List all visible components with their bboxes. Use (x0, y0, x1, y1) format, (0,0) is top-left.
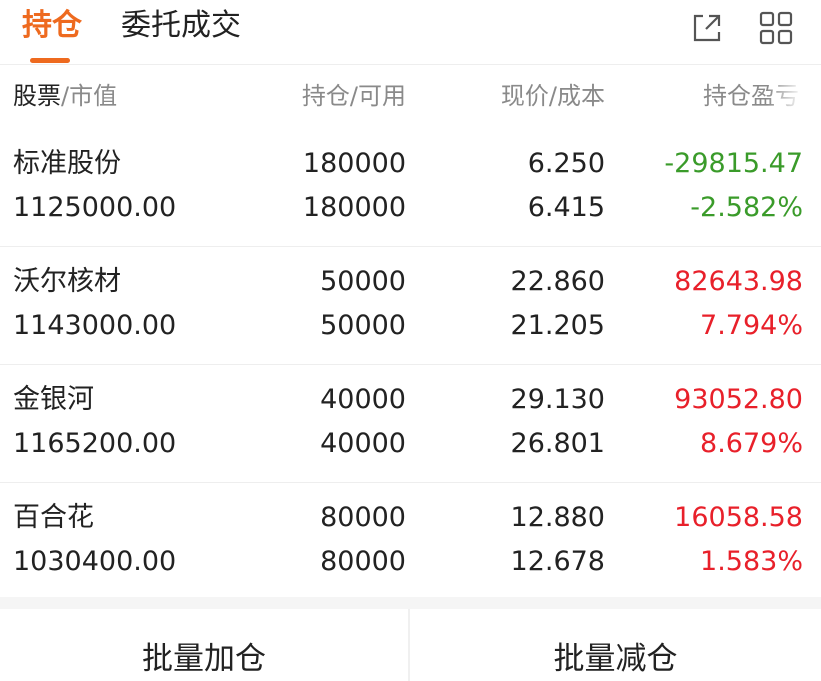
batch-reduce-button[interactable]: 批量减仓 (410, 609, 821, 681)
available-qty: 40000 (320, 428, 406, 459)
column-header: 股票/市值 持仓/可用 现价/成本 持仓盈亏 (0, 65, 821, 129)
cost-price: 21.205 (510, 310, 605, 341)
stock-name: 百合花 (13, 502, 94, 533)
batch-add-button[interactable]: 批量加仓 (0, 609, 408, 681)
tab-orders-trades[interactable]: 委托成交 (121, 6, 241, 46)
stock-name: 金银河 (13, 384, 94, 415)
table-row[interactable]: 沃尔核材 1143000.00 50000 50000 22.860 21.20… (0, 247, 821, 365)
current-price: 12.880 (510, 502, 605, 533)
available-qty: 50000 (320, 310, 406, 341)
column-fade (767, 81, 803, 111)
available-qty: 180000 (302, 192, 406, 223)
pnl-amount: 93052.80 (674, 384, 803, 415)
position-qty: 40000 (320, 384, 406, 415)
pnl-percent: 8.679% (700, 428, 803, 459)
column-market-value-label: 市值 (69, 82, 118, 110)
market-value: 1143000.00 (13, 310, 177, 341)
stock-name: 沃尔核材 (13, 266, 121, 297)
tab-orders-trades-label: 委托成交 (121, 8, 241, 43)
available-qty: 80000 (320, 546, 406, 577)
position-qty: 80000 (320, 502, 406, 533)
pnl-amount: 82643.98 (674, 266, 803, 297)
positions-list: 标准股份 1125000.00 180000 180000 6.250 6.41… (0, 129, 821, 600)
section-divider (0, 597, 821, 609)
market-value: 1165200.00 (13, 428, 177, 459)
cost-price: 12.678 (510, 546, 605, 577)
table-row[interactable]: 百合花 1030400.00 80000 80000 12.880 12.678… (0, 483, 821, 600)
market-value: 1125000.00 (13, 192, 177, 223)
pnl-amount: -29815.47 (664, 148, 803, 179)
column-separator: / (61, 82, 70, 110)
pnl-percent: 7.794% (700, 310, 803, 341)
active-tab-indicator (30, 58, 70, 63)
column-pnl[interactable]: 持仓盈亏 (703, 81, 803, 111)
pnl-percent: -2.582% (690, 192, 803, 223)
tab-bar: 持仓 委托成交 (0, 0, 821, 65)
stock-name: 标准股份 (13, 148, 121, 179)
table-row[interactable]: 金银河 1165200.00 40000 40000 29.130 26.801… (0, 365, 821, 483)
position-qty: 50000 (320, 266, 406, 297)
table-row[interactable]: 标准股份 1125000.00 180000 180000 6.250 6.41… (0, 129, 821, 247)
column-stock-market-value[interactable]: 股票/市值 (13, 81, 117, 111)
bottom-action-bar: 批量加仓 批量减仓 (0, 609, 821, 681)
share-icon[interactable] (689, 10, 725, 46)
cost-price: 26.801 (510, 428, 605, 459)
tab-positions[interactable]: 持仓 (22, 6, 82, 63)
column-position-available[interactable]: 持仓/可用 (302, 81, 406, 111)
column-price-cost[interactable]: 现价/成本 (501, 81, 605, 111)
grid-icon[interactable] (758, 10, 794, 46)
pnl-percent: 1.583% (700, 546, 803, 577)
market-value: 1030400.00 (13, 546, 177, 577)
tab-positions-label: 持仓 (22, 8, 82, 43)
positions-screen: 持仓 委托成交 股票/市值 持仓/可用 现价/成本 持仓盈亏 标准股份 1125… (0, 0, 821, 681)
current-price: 6.250 (527, 148, 605, 179)
pnl-amount: 16058.58 (674, 502, 803, 533)
position-qty: 180000 (302, 148, 406, 179)
column-stock-label: 股票 (13, 82, 61, 110)
current-price: 22.860 (510, 266, 605, 297)
cost-price: 6.415 (527, 192, 605, 223)
current-price: 29.130 (510, 384, 605, 415)
